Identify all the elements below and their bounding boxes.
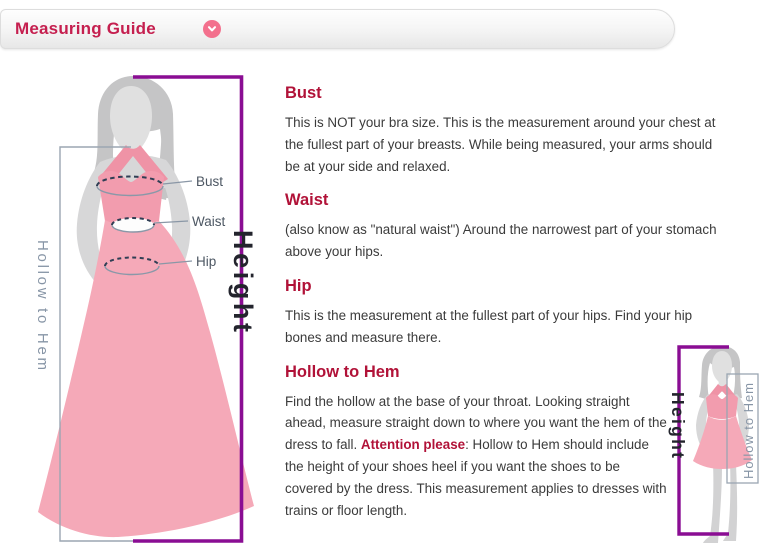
dress-skirt (38, 220, 254, 537)
figure-face (110, 86, 152, 156)
hollow-to-hem-heading: Hollow to Hem (285, 363, 667, 382)
bust-heading: Bust (285, 84, 722, 103)
chevron-down-icon[interactable] (203, 20, 221, 38)
section-hollow-to-hem: Hollow to Hem Find the hollow at the bas… (285, 363, 667, 522)
small-dress-bodice (706, 394, 738, 419)
small-measuring-diagram: Hollow to Hem Height (645, 330, 778, 553)
hip-label: Hip (196, 254, 216, 269)
main-measuring-diagram: Bust Waist Hip Hollow to Hem Height (0, 55, 270, 553)
waist-label: Waist (192, 214, 225, 229)
bust-description: This is NOT your bra size. This is the m… (285, 112, 722, 177)
hip-heading: Hip (285, 277, 722, 296)
section-bust: Bust This is NOT your bra size. This is … (285, 84, 722, 177)
measuring-guide-page: Measuring Guide Bust Waist Hip (0, 0, 778, 553)
small-figure-left-leg (703, 462, 722, 543)
bust-label: Bust (196, 174, 223, 189)
hollow-to-hem-label: Hollow to Hem (34, 240, 51, 370)
small-hollow-to-hem-label: Hollow to Hem (741, 383, 756, 479)
waist-heading: Waist (285, 191, 722, 210)
page-title: Measuring Guide (15, 19, 156, 39)
small-figure-right-leg (723, 462, 737, 541)
hollow-to-hem-description: Find the hollow at the base of your thro… (285, 391, 667, 522)
attention-label: Attention please (361, 437, 465, 452)
section-waist: Waist (also know as "natural waist") Aro… (285, 191, 722, 263)
waist-description: (also know as "natural waist") Around th… (285, 219, 722, 263)
measuring-guide-header[interactable]: Measuring Guide (0, 9, 675, 49)
